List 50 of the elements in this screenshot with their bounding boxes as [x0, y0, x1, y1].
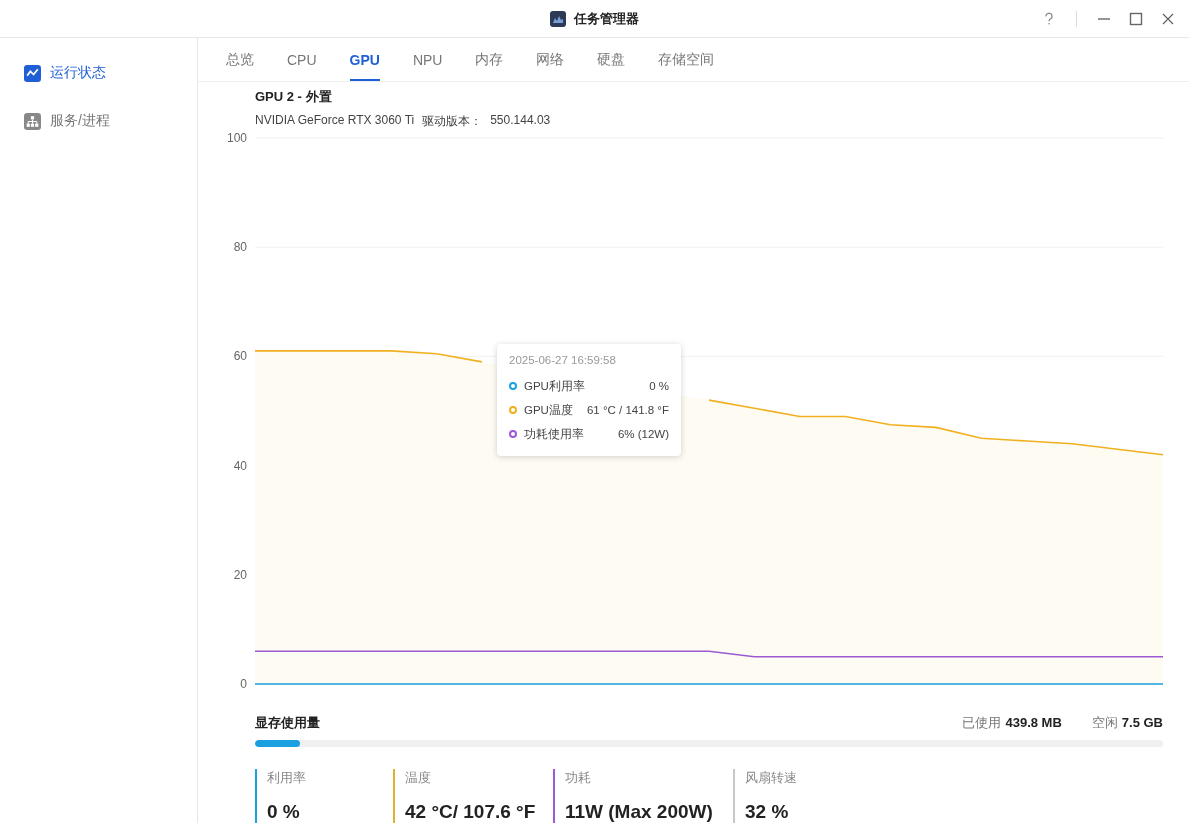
chart-icon	[24, 64, 41, 82]
used-label: 已使用	[962, 715, 1002, 730]
memory-title: 显存使用量	[255, 714, 320, 732]
stat-label: 功耗	[565, 769, 592, 787]
y-axis-label: 60	[233, 349, 247, 364]
tab[interactable]: 硬盘	[597, 38, 626, 81]
driver-label: 驱动版本：	[422, 113, 483, 130]
y-axis-label: 100	[226, 131, 247, 145]
tooltip-value: 61 °C / 141.8 °F	[586, 404, 669, 416]
maximize-icon[interactable]	[1129, 11, 1143, 26]
tab[interactable]: 存储空间	[658, 38, 715, 81]
gpu-title: GPU 2 - 外置	[255, 88, 333, 106]
stat-label: 温度	[405, 769, 432, 787]
tab[interactable]: 网络	[536, 38, 565, 81]
app-icon	[550, 10, 566, 27]
free-label: 空闲	[1091, 715, 1118, 730]
y-axis-label: 80	[233, 240, 247, 255]
legend-label: GPU利用率	[524, 378, 585, 394]
tab[interactable]: 总览	[226, 38, 254, 81]
legend-dot	[509, 430, 517, 438]
stat-label: 利用率	[267, 769, 307, 787]
help-icon[interactable]	[1042, 11, 1056, 26]
driver-version: 550.144.03	[490, 113, 551, 129]
sidebar-item[interactable]: 运行状态	[0, 60, 197, 86]
tab[interactable]: NPU	[412, 38, 443, 81]
y-axis-label: 40	[233, 458, 247, 473]
tab[interactable]: CPU	[287, 38, 317, 81]
stat-value: 0 %	[267, 801, 301, 823]
hierarchy-icon	[24, 112, 41, 130]
stat-label: 风扇转速	[745, 769, 797, 787]
y-axis-label: 20	[233, 567, 247, 582]
window-title: 任务管理器	[574, 9, 639, 28]
legend-label: 功耗使用率	[524, 426, 584, 442]
tooltip-time: 2025-06-27 16:59:58	[509, 354, 617, 366]
tab[interactable]: 内存	[475, 38, 504, 81]
stat-value: 42 °C/ 107.6 °F	[405, 801, 537, 823]
legend-label: GPU温度	[524, 402, 573, 418]
tooltip-value: 6% (12W)	[617, 428, 669, 440]
free-value: 7.5 GB	[1121, 715, 1163, 730]
tooltip-value: 0 %	[649, 380, 669, 392]
y-axis-label: 0	[240, 677, 247, 691]
used-value: 439.8 MB	[1005, 715, 1062, 730]
sidebar-item[interactable]: 服务/进程	[0, 108, 197, 134]
stat-value: 11W (Max 200W)	[565, 801, 714, 823]
tab[interactable]: GPU	[349, 38, 380, 81]
legend-dot	[509, 382, 517, 390]
close-icon[interactable]	[1161, 11, 1175, 26]
gpu-model: NVIDIA GeForce RTX 3060 Ti	[255, 113, 415, 129]
legend-dot	[509, 406, 517, 414]
stat-value: 32 %	[745, 801, 790, 823]
